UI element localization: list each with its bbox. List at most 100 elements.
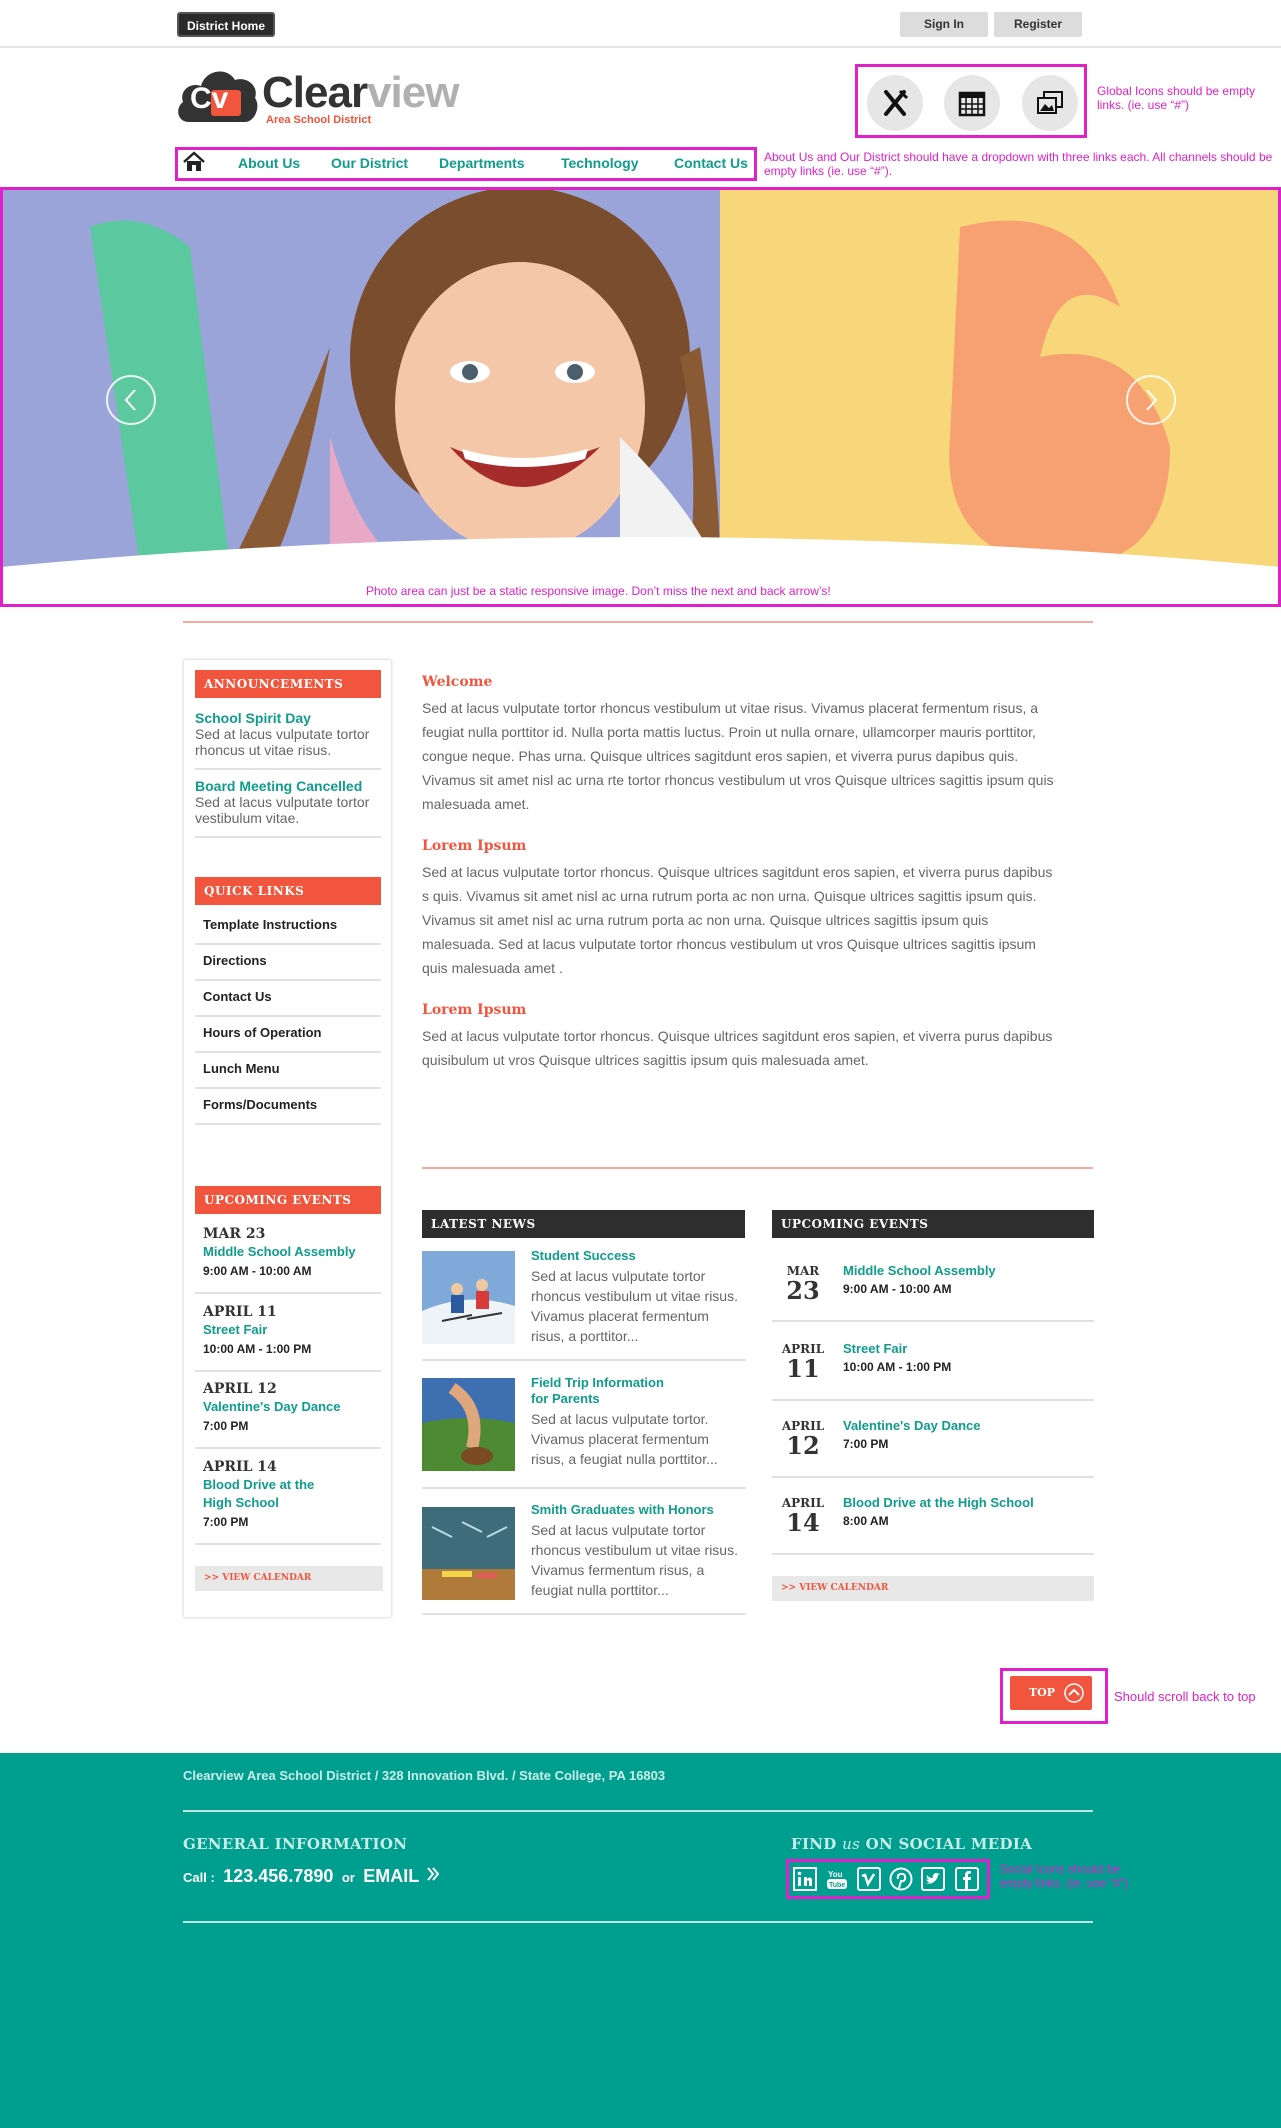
social-heading: FIND us ON SOCIAL MEDIA (791, 1835, 1033, 1853)
divider (772, 1320, 1094, 1322)
top-button-label: TOP (1029, 1686, 1056, 1699)
linkedin-link[interactable] (792, 1866, 818, 1892)
event-title[interactable]: Blood Drive at the High School (843, 1495, 1034, 1510)
event-time: 7:00 PM (203, 1515, 249, 1529)
event-title[interactable]: Street Fair (843, 1341, 907, 1356)
news-title[interactable]: Smith Graduates with Honors (531, 1502, 751, 1518)
chevron-up-icon (1064, 1683, 1084, 1703)
news-title[interactable]: Student Success (531, 1248, 731, 1264)
event-title[interactable]: Middle School Assembly (203, 1243, 373, 1261)
photo-gallery-link[interactable] (1022, 75, 1078, 131)
vimeo-icon (857, 1867, 881, 1891)
chalkboard-photo (422, 1507, 515, 1600)
quick-link-template-instructions[interactable]: Template Instructions (203, 917, 337, 932)
linkedin-icon (793, 1867, 817, 1891)
event-day: 11 (786, 1354, 820, 1383)
pinterest-icon (889, 1867, 913, 1891)
nav-technology[interactable]: Technology (561, 155, 639, 171)
scroll-top-button[interactable]: TOP (1010, 1676, 1092, 1710)
announcement-text: Sed at lacus vulputate tortor vestibulum… (195, 794, 370, 826)
event-time: 8:00 AM (843, 1514, 889, 1528)
nav-departments[interactable]: Departments (439, 155, 525, 171)
hero-annotation-box (0, 187, 1281, 607)
sidebar-view-calendar-link[interactable]: >> VIEW CALENDAR (195, 1566, 383, 1591)
news-text: Sed at lacus vulputate tortor. Vivamus p… (531, 1411, 718, 1467)
facebook-link[interactable] (954, 1866, 980, 1892)
nav-our-district[interactable]: Our District (331, 155, 408, 171)
logo-wordmark: Clearview (262, 68, 459, 117)
divider (422, 1487, 746, 1489)
event-time: 10:00 AM - 1:00 PM (203, 1342, 312, 1356)
global-icons-note: Global Icons should be empty links. (ie.… (1097, 84, 1256, 112)
phone-link[interactable]: 123.456.7890 (223, 1866, 333, 1886)
divider (772, 1476, 1094, 1478)
lunch-menu-link[interactable] (867, 75, 923, 131)
quick-links-heading: QUICK LINKS (195, 877, 381, 905)
divider (195, 943, 381, 945)
sidebar-events-heading: UPCOMING EVENTS (195, 1186, 381, 1214)
event-title[interactable]: Blood Drive at the High School (203, 1476, 323, 1512)
sign-in-button[interactable]: Sign In (900, 12, 988, 37)
quick-link-contact-us[interactable]: Contact Us (203, 989, 272, 1004)
announcement-title[interactable]: Board Meeting Cancelled (195, 778, 362, 794)
divider (183, 621, 1093, 623)
divider (195, 1292, 381, 1294)
divider (183, 1810, 1093, 1812)
fork-knife-icon (884, 89, 909, 116)
divider (195, 1543, 381, 1545)
email-link[interactable]: EMAIL (363, 1866, 419, 1886)
news-text: Sed at lacus vulputate tortor rhoncus ve… (531, 1268, 738, 1344)
news-title[interactable]: Field Trip Information for Parents (531, 1375, 681, 1407)
double-chevron-right-icon (426, 1867, 440, 1881)
divider (195, 1087, 381, 1089)
quick-link-lunch-menu[interactable]: Lunch Menu (203, 1061, 280, 1076)
youtube-link[interactable]: You Tube (824, 1866, 850, 1892)
district-home-button[interactable]: District Home (177, 12, 276, 37)
logo-initials: Cv (190, 82, 229, 115)
footer-contact: Call : 123.456.7890 or EMAIL (183, 1866, 440, 1887)
announcement-text: Sed at lacus vulputate tortor rhoncus ut… (195, 726, 370, 758)
divider (195, 1123, 381, 1125)
twitter-link[interactable] (920, 1866, 946, 1892)
divider (772, 1553, 1094, 1555)
event-title[interactable]: Street Fair (203, 1321, 373, 1339)
announcement-title[interactable]: School Spirit Day (195, 710, 311, 726)
event-date: APRIL 12 (203, 1381, 277, 1397)
divider (195, 1015, 381, 1017)
event-title[interactable]: Middle School Assembly (843, 1263, 996, 1278)
event-day: 23 (786, 1276, 820, 1305)
youtube-icon: You Tube (827, 1870, 847, 1889)
event-title[interactable]: Valentine's Day Dance (203, 1398, 373, 1416)
news-thumbnail[interactable] (422, 1378, 515, 1471)
quick-link-forms[interactable]: Forms/Documents (203, 1097, 317, 1112)
quick-link-hours[interactable]: Hours of Operation (203, 1025, 321, 1040)
quick-link-directions[interactable]: Directions (203, 953, 267, 968)
pinterest-link[interactable] (888, 1866, 914, 1892)
nav-note: About Us and Our District should have a … (764, 150, 1273, 178)
divider (195, 836, 381, 838)
skiing-photo (422, 1251, 515, 1344)
svg-text:You: You (828, 1870, 843, 1879)
section-title: Lorem Ipsum (422, 1002, 527, 1018)
latest-news-heading: LATEST NEWS (422, 1210, 745, 1238)
news-thumbnail[interactable] (422, 1251, 515, 1344)
footer-address: Clearview Area School District / 328 Inn… (183, 1768, 666, 1783)
nav-about-us[interactable]: About Us (238, 155, 300, 171)
event-time: 10:00 AM - 1:00 PM (843, 1360, 952, 1374)
event-title[interactable]: Valentine's Day Dance (843, 1418, 981, 1433)
view-calendar-link[interactable]: >> VIEW CALENDAR (772, 1576, 1094, 1601)
calendar-link[interactable] (944, 75, 1000, 131)
divider (195, 1447, 381, 1449)
hero-note: Photo area can just be a static responsi… (366, 584, 831, 598)
top-button-note: Should scroll back to top (1114, 1689, 1256, 1704)
news-text: Sed at lacus vulputate tortor rhoncus ve… (531, 1522, 738, 1598)
register-button[interactable]: Register (994, 12, 1082, 37)
section-title: Welcome (422, 674, 493, 690)
divider (422, 1167, 1093, 1169)
logo-subtitle: Area School District (266, 114, 372, 126)
news-thumbnail[interactable] (422, 1507, 515, 1600)
vimeo-link[interactable] (856, 1866, 882, 1892)
social-note: Social Icons should be empty links. (ie.… (1000, 1862, 1129, 1890)
nav-contact-us[interactable]: Contact Us (674, 155, 748, 171)
divider (422, 1613, 746, 1615)
